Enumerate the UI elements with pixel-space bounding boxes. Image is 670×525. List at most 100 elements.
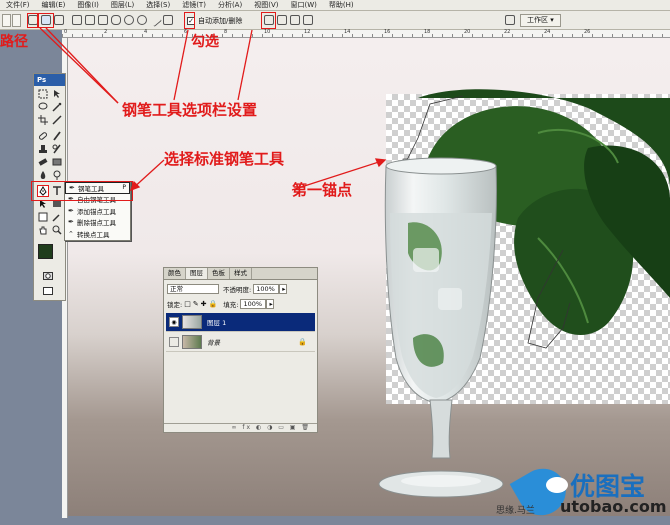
ruler-label: 10 (264, 29, 271, 35)
opacity-arrow[interactable]: ▸ (279, 284, 288, 294)
menu-item[interactable]: 分析(A) (212, 0, 248, 10)
palette-well-icon[interactable] (505, 15, 515, 25)
rounded-rectangle-icon[interactable] (111, 15, 121, 25)
freeform-pen-option-icon[interactable] (85, 15, 95, 25)
ruler-label: 8 (224, 29, 228, 35)
eraser-icon[interactable] (38, 157, 48, 167)
menu-item[interactable]: 图层(L) (105, 0, 140, 10)
ruler-label: 14 (344, 29, 351, 35)
opacity-label: 不透明度: (223, 286, 252, 294)
marquee-tool-icon[interactable] (38, 89, 48, 99)
opacity-input[interactable]: 100% (253, 284, 280, 294)
eyedropper-icon[interactable] (52, 212, 62, 222)
ruler-label: 24 (544, 29, 551, 35)
flyout-item[interactable]: ✒ 删除锚点工具 (65, 217, 130, 229)
brush-tool-icon[interactable] (52, 131, 62, 141)
blur-tool-icon[interactable] (38, 170, 48, 180)
notes-tool-icon[interactable] (38, 212, 48, 222)
fill-arrow[interactable]: ▸ (266, 299, 275, 309)
ruler-label: 0 (64, 29, 68, 35)
menu-bar: 文件(F) 编辑(E) 图像(I) 图层(L) 选择(S) 滤镜(T) 分析(A) 视图(V)… (0, 0, 670, 11)
layer-thumbnail (182, 335, 202, 349)
gradient-tool-icon[interactable] (52, 157, 62, 167)
ruler-label: 6 (184, 29, 188, 35)
fill-input[interactable]: 100% (240, 299, 267, 309)
layer-row-1[interactable]: ◉ 图层 1 (166, 313, 315, 332)
menu-item[interactable]: 编辑(E) (36, 0, 72, 10)
subtract-area-icon[interactable] (277, 15, 287, 25)
panel-tab[interactable]: 样式 (230, 268, 252, 279)
menu-item[interactable]: 文件(F) (0, 0, 36, 10)
options-bar: ✓ 自动添加/删除 工作区 ▾ (0, 11, 670, 30)
auto-add-delete-option[interactable]: ✓ 自动添加/删除 (187, 14, 242, 27)
pen-tool-highlight-box (31, 181, 133, 201)
rectangle-icon[interactable] (98, 15, 108, 25)
menu-item[interactable]: 窗口(W) (284, 0, 322, 10)
history-brush-icon[interactable] (52, 144, 62, 154)
line-icon[interactable] (147, 12, 163, 28)
ellipse-icon[interactable] (124, 15, 134, 25)
tool-preset-picker[interactable] (2, 14, 11, 27)
menu-item[interactable]: 图像(I) (71, 0, 105, 10)
lock-icons[interactable]: □✎✚🔒 (184, 300, 219, 308)
ruler-label: 20 (464, 29, 471, 35)
intersect-area-icon[interactable] (290, 15, 300, 25)
dodge-tool-icon[interactable] (52, 170, 62, 180)
menu-item[interactable]: 滤镜(T) (176, 0, 212, 10)
pen-option-icon[interactable] (72, 15, 82, 25)
workspace-dropdown[interactable]: 工作区 ▾ (520, 14, 561, 27)
flyout-item[interactable]: ⌃ 转换点工具 (65, 228, 130, 240)
lasso-tool-icon[interactable] (38, 102, 48, 112)
ruler-label: 4 (144, 29, 148, 35)
flyout-item-label: 转换点工具 (77, 230, 110, 239)
flyout-item-label: 删除锚点工具 (77, 219, 116, 228)
eye-off-icon[interactable] (169, 337, 179, 347)
polygon-icon[interactable] (137, 15, 147, 25)
ps-logo: Ps (34, 74, 65, 86)
layers-footer-icons[interactable]: ∞ fx ◐ ◑ ▭ ▣ 🗑 (164, 423, 317, 432)
move-tool-icon[interactable] (52, 89, 62, 99)
watermark-side-text: 思缘.马兰 (496, 506, 535, 516)
blend-mode-select[interactable]: 正常 (167, 284, 219, 294)
check-annotation: 勾选 (191, 34, 219, 50)
custom-shape-icon[interactable] (163, 15, 173, 25)
layer-row-background[interactable]: 背景 🔒 (166, 333, 315, 352)
first-anchor-annotation: 第一锚点 (292, 181, 353, 199)
ruler-label: 18 (424, 29, 431, 35)
layer-name: 背景 (207, 339, 220, 347)
lock-fill-row: 锁定: □✎✚🔒 填充: 100% ▸ (167, 299, 275, 309)
bird-logo-highlight (546, 477, 568, 493)
layer-thumbnail (182, 315, 202, 329)
foreground-color-swatch[interactable] (38, 244, 53, 259)
magic-wand-icon[interactable] (52, 102, 62, 112)
hand-tool-icon[interactable] (38, 225, 48, 235)
add-anchor-icon: ✒ (68, 206, 74, 215)
lock-label: 锁定: (167, 301, 183, 309)
panel-tab[interactable]: 色板 (208, 268, 230, 279)
healing-brush-icon[interactable] (38, 131, 48, 141)
layers-panel: 颜色 图层 色板 样式 正常 不透明度: 100% ▸ 锁定: □✎✚🔒 填充: 10… (163, 267, 318, 433)
flyout-item[interactable]: ✒ 添加锚点工具 (65, 205, 130, 217)
menu-item[interactable]: 选择(S) (140, 0, 176, 10)
quick-mask-icon[interactable] (43, 271, 53, 281)
checkbox-highlight-box (184, 12, 195, 29)
zoom-tool-icon[interactable] (52, 225, 62, 235)
menu-item[interactable]: 帮助(H) (323, 0, 360, 10)
menu-item[interactable]: 视图(V) (248, 0, 284, 10)
slice-tool-icon[interactable] (52, 115, 62, 125)
fill-pixels-icon[interactable] (54, 15, 64, 25)
panel-tab[interactable]: 图层 (186, 268, 208, 279)
exclude-area-icon[interactable] (303, 15, 313, 25)
panel-tab[interactable]: 颜色 (164, 268, 186, 279)
delete-anchor-icon: ✒ (68, 218, 74, 227)
area-highlight-box (261, 12, 276, 29)
path-annotation: 路径 (0, 34, 28, 50)
tool-preset-arrow[interactable] (12, 14, 21, 27)
ruler-label: 22 (504, 29, 511, 35)
select-pen-annotation: 选择标准钢笔工具 (164, 150, 285, 168)
crop-tool-icon[interactable] (38, 115, 48, 125)
auto-add-delete-label: 自动添加/删除 (198, 16, 243, 25)
screen-mode-icon[interactable] (43, 286, 53, 296)
clone-stamp-icon[interactable] (38, 144, 48, 154)
eye-icon[interactable]: ◉ (169, 317, 179, 327)
